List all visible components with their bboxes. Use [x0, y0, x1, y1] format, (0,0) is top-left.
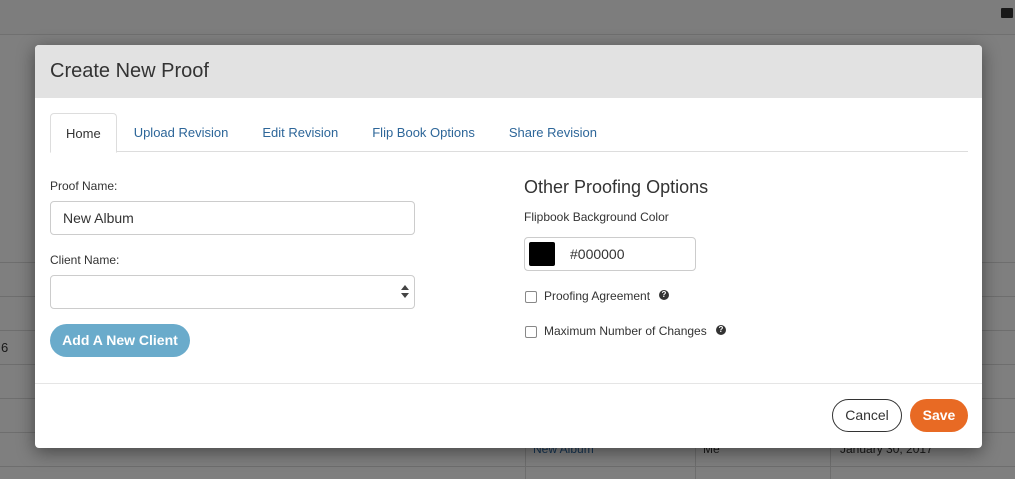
proof-name-input[interactable] [50, 201, 415, 235]
bg-color-value: #000000 [570, 246, 625, 262]
tab-flip-book-options[interactable]: Flip Book Options [355, 113, 492, 152]
other-options-title: Other Proofing Options [524, 177, 709, 197]
tab-home[interactable]: Home [50, 113, 117, 153]
help-circle-icon[interactable]: ? [716, 325, 726, 335]
max-changes-label: Maximum Number of Changes [544, 324, 707, 338]
proof-name-label: Proof Name: [50, 179, 118, 193]
select-arrows-icon [401, 285, 409, 299]
cancel-button[interactable]: Cancel [832, 399, 902, 432]
max-changes-checkbox[interactable] [525, 326, 537, 338]
bg-color-label: Flipbook Background Color [524, 210, 669, 224]
help-circle-icon[interactable]: ? [659, 290, 669, 300]
color-swatch[interactable] [529, 242, 555, 266]
create-proof-modal: Create New Proof Home Upload Revision Ed… [35, 45, 982, 448]
tab-bar: Home Upload Revision Edit Revision Flip … [50, 113, 968, 153]
add-new-client-button[interactable]: Add A New Client [50, 324, 190, 357]
proofing-agreement-checkbox[interactable] [525, 291, 537, 303]
proofing-agreement-label: Proofing Agreement [544, 289, 651, 303]
tab-share-revision[interactable]: Share Revision [492, 113, 614, 152]
tab-edit-revision[interactable]: Edit Revision [245, 113, 355, 152]
modal-footer-divider [35, 383, 982, 384]
modal-title: Create New Proof [50, 60, 209, 82]
client-name-label: Client Name: [50, 253, 120, 267]
save-button[interactable]: Save [910, 399, 968, 432]
modal-header: Create New Proof [35, 45, 982, 98]
tab-upload-revision[interactable]: Upload Revision [117, 113, 246, 152]
client-name-select[interactable] [50, 275, 415, 309]
bg-color-picker[interactable]: #000000 [524, 237, 696, 271]
